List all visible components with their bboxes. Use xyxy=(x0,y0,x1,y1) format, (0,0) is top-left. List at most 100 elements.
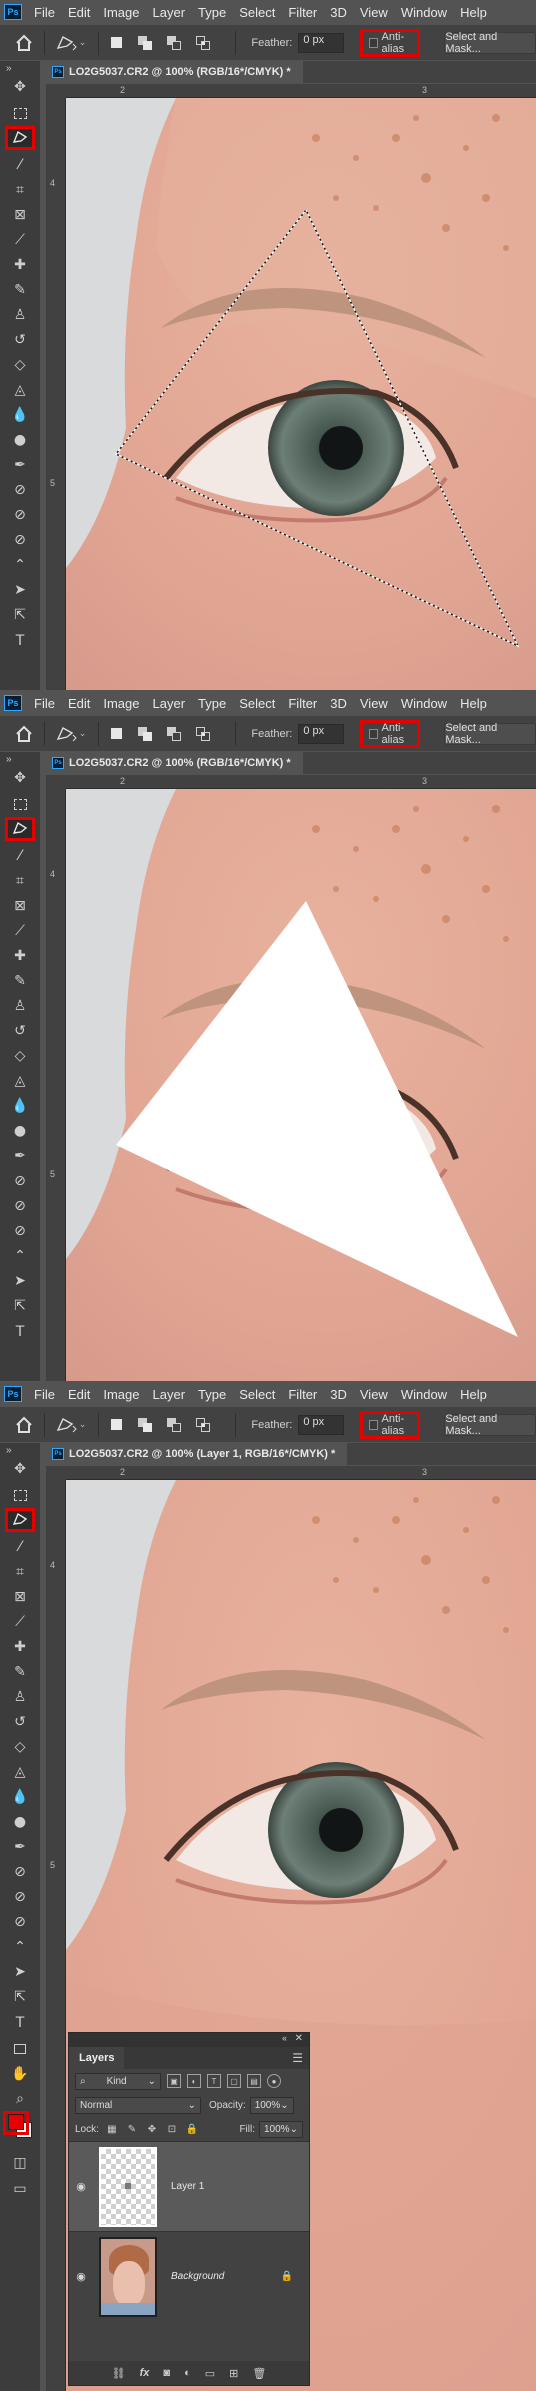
select-and-mask-button[interactable]: Select and Mask... xyxy=(444,1413,536,1437)
document-tab[interactable]: Ps LO2G5037.CR2 @ 100% (Layer 1, RGB/16*… xyxy=(46,1443,348,1465)
subtract-from-selection-icon[interactable] xyxy=(167,1416,182,1434)
folder-icon[interactable]: ▭ xyxy=(205,2367,215,2380)
menu-layer[interactable]: Layer xyxy=(153,696,186,711)
menu-edit[interactable]: Edit xyxy=(68,696,90,711)
menu-edit[interactable]: Edit xyxy=(68,1387,90,1402)
document-tab[interactable]: Ps LO2G5037.CR2 @ 100% (RGB/16*/CMYK) * xyxy=(46,61,303,83)
curvature-pen-tool-icon[interactable]: ⊘ xyxy=(5,1860,35,1884)
eraser-tool-icon[interactable]: ◇ xyxy=(5,1735,35,1759)
paint-bucket-tool-icon[interactable]: ◬ xyxy=(5,1069,35,1093)
layer-name[interactable]: Background xyxy=(171,2271,224,2282)
history-brush-tool-icon[interactable]: ↺ xyxy=(5,1710,35,1734)
brush-tool-icon[interactable]: ✎ xyxy=(5,969,35,993)
clone-stamp-tool-icon[interactable]: ♙ xyxy=(5,1685,35,1709)
select-and-mask-button[interactable]: Select and Mask... xyxy=(444,722,536,746)
home-icon[interactable] xyxy=(14,722,34,746)
blur-tool-icon[interactable]: 💧 xyxy=(5,1094,35,1118)
menu-3d[interactable]: 3D xyxy=(330,1387,347,1402)
type-tool-icon[interactable]: T xyxy=(5,1320,35,1344)
new-selection-icon[interactable] xyxy=(109,725,124,743)
move-tool-icon[interactable]: ✥ xyxy=(5,75,35,99)
lock-all-icon[interactable]: 🔒 xyxy=(185,2122,199,2136)
dodge-tool-icon[interactable]: ● xyxy=(5,1810,35,1834)
menu-edit[interactable]: Edit xyxy=(68,5,90,20)
panel-menu-icon[interactable]: ☰ xyxy=(292,2051,303,2065)
menu-window[interactable]: Window xyxy=(401,696,447,711)
select-and-mask-button[interactable]: Select and Mask... xyxy=(444,31,536,55)
intersect-selection-icon[interactable] xyxy=(196,34,211,52)
menu-image[interactable]: Image xyxy=(103,1387,139,1402)
eyedropper-tool-icon[interactable]: ⟋ xyxy=(5,1610,35,1634)
collapse-panel-icon[interactable]: » xyxy=(6,754,12,765)
menu-view[interactable]: View xyxy=(360,1387,388,1402)
fill-input[interactable]: 100% ⌄ xyxy=(259,2120,303,2138)
freeform-pen-tool-icon[interactable]: ⊘ xyxy=(5,1885,35,1909)
add-to-selection-icon[interactable] xyxy=(138,725,153,743)
pen-tool-icon[interactable]: ✒ xyxy=(5,1835,35,1859)
new-layer-icon[interactable]: ⊞ xyxy=(229,2367,238,2380)
close-icon[interactable]: ✕ xyxy=(295,2033,303,2044)
intersect-selection-icon[interactable] xyxy=(196,1416,211,1434)
layer-row-layer-1[interactable]: ◉ Layer 1 xyxy=(69,2141,309,2231)
lock-position-icon[interactable]: ✥ xyxy=(145,2122,159,2136)
antialias-checkbox[interactable]: Anti-alias xyxy=(360,719,421,748)
menu-window[interactable]: Window xyxy=(401,5,447,20)
adjustment-icon[interactable]: ◐ xyxy=(184,2367,191,2379)
frame-tool-icon[interactable]: ⊠ xyxy=(5,894,35,918)
menu-help[interactable]: Help xyxy=(460,1387,487,1402)
menu-select[interactable]: Select xyxy=(239,5,275,20)
blur-tool-icon[interactable]: 💧 xyxy=(5,1785,35,1809)
frame-tool-icon[interactable]: ⊠ xyxy=(5,203,35,227)
frame-tool-icon[interactable]: ⊠ xyxy=(5,1585,35,1609)
image-canvas[interactable] xyxy=(66,789,536,1381)
photoshop-logo[interactable]: Ps xyxy=(4,4,22,20)
visibility-eye-icon[interactable]: ◉ xyxy=(69,2180,93,2193)
magic-wand-tool-icon[interactable]: ⁄ xyxy=(5,1535,35,1559)
subtract-from-selection-icon[interactable] xyxy=(167,34,182,52)
marquee-tool-icon[interactable] xyxy=(5,101,35,125)
curvature-pen-tool-icon[interactable]: ⊘ xyxy=(5,478,35,502)
quick-mask-icon[interactable]: ◫ xyxy=(5,2151,35,2175)
menu-help[interactable]: Help xyxy=(460,696,487,711)
add-anchor-tool-icon[interactable]: ⊘ xyxy=(5,1219,35,1243)
layer-row-background[interactable]: ◉ Background 🔒 xyxy=(69,2231,309,2321)
antialias-checkbox-box[interactable] xyxy=(369,37,378,48)
feather-input[interactable]: 0 px xyxy=(298,723,345,744)
type-tool-icon[interactable]: T xyxy=(5,2011,35,2035)
blur-tool-icon[interactable]: 💧 xyxy=(5,403,35,427)
healing-brush-tool-icon[interactable]: ✚ xyxy=(5,944,35,968)
convert-point-tool-icon[interactable]: ⌃ xyxy=(5,1935,35,1959)
type-filter-icon[interactable]: T xyxy=(207,2074,221,2088)
document-tab[interactable]: Ps LO2G5037.CR2 @ 100% (RGB/16*/CMYK) * xyxy=(46,752,303,774)
collapse-icon[interactable]: « xyxy=(282,2033,287,2043)
path-selection-tool-icon[interactable]: ➤ xyxy=(5,1269,35,1293)
tool-preset-picker[interactable]: ⌄ xyxy=(55,1416,88,1434)
new-selection-icon[interactable] xyxy=(109,34,124,52)
visibility-eye-icon[interactable]: ◉ xyxy=(69,2270,93,2283)
opacity-input[interactable]: 100% ⌄ xyxy=(249,2096,294,2114)
menu-image[interactable]: Image xyxy=(103,5,139,20)
eyedropper-tool-icon[interactable]: ⟋ xyxy=(5,228,35,252)
polygonal-lasso-tool-icon[interactable] xyxy=(5,817,35,841)
paint-bucket-tool-icon[interactable]: ◬ xyxy=(5,378,35,402)
menu-type[interactable]: Type xyxy=(198,696,226,711)
menu-filter[interactable]: Filter xyxy=(288,696,317,711)
direct-selection-tool-icon[interactable]: ⇱ xyxy=(5,1294,35,1318)
menu-filter[interactable]: Filter xyxy=(288,5,317,20)
home-icon[interactable] xyxy=(14,1413,34,1437)
lock-artboard-icon[interactable]: ⊡ xyxy=(165,2122,179,2136)
pixel-filter-icon[interactable]: ▣ xyxy=(167,2074,181,2088)
menu-select[interactable]: Select xyxy=(239,1387,275,1402)
filter-toggle-icon[interactable]: ● xyxy=(267,2074,281,2088)
menu-file[interactable]: File xyxy=(34,1387,55,1402)
history-brush-tool-icon[interactable]: ↺ xyxy=(5,1019,35,1043)
type-tool-icon[interactable]: T xyxy=(5,629,35,653)
healing-brush-tool-icon[interactable]: ✚ xyxy=(5,253,35,277)
trash-icon[interactable]: 🗑 xyxy=(252,2367,266,2380)
polygonal-lasso-tool-icon[interactable] xyxy=(5,1508,35,1532)
move-tool-icon[interactable]: ✥ xyxy=(5,766,35,790)
marquee-tool-icon[interactable] xyxy=(5,792,35,816)
antialias-checkbox-box[interactable] xyxy=(369,728,378,739)
move-tool-icon[interactable]: ✥ xyxy=(5,1457,35,1481)
blend-mode-select[interactable]: Normal ⌄ xyxy=(75,2096,201,2114)
